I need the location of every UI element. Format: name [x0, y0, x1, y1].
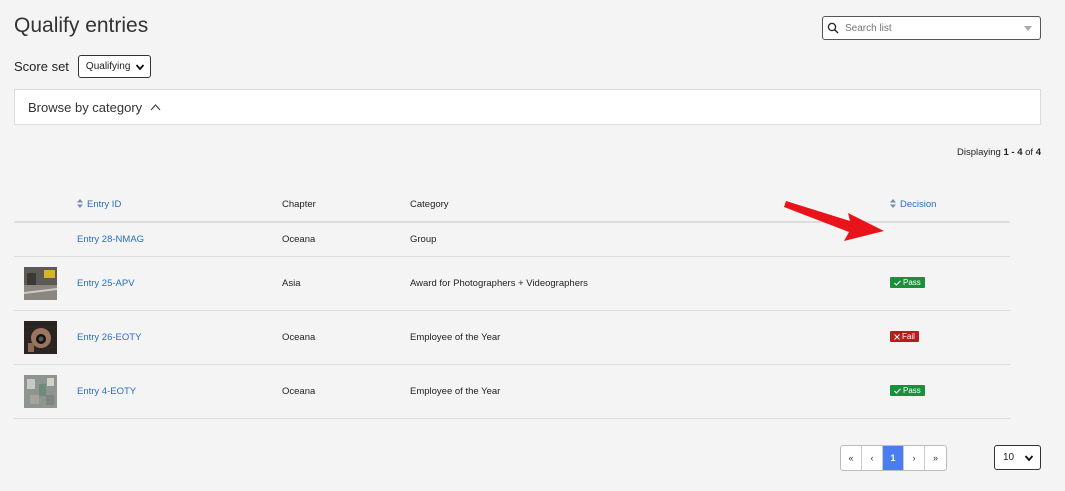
chevron-down-icon: [135, 64, 145, 71]
decision-cell: Pass: [890, 364, 1010, 419]
entry-link[interactable]: Entry 28-NMAG: [77, 234, 144, 245]
decision-column-header[interactable]: Decision: [890, 187, 1010, 223]
close-icon: [894, 333, 900, 340]
first-page-button[interactable]: «: [841, 446, 862, 470]
entry-id-header-label: Entry ID: [87, 198, 122, 210]
pagination: « ‹ 1 › »: [840, 445, 947, 471]
previous-page-button[interactable]: ‹: [862, 446, 883, 470]
fail-badge: Fail: [890, 331, 919, 343]
displaying-count: Displaying 1 - 4 of 4: [957, 147, 1041, 158]
category-cell: Award for Photographers + Videographers: [410, 256, 890, 311]
check-icon: [894, 388, 901, 394]
search-box[interactable]: [822, 16, 1041, 40]
thumbnail-column-header: [14, 187, 77, 223]
displaying-total: 4: [1035, 147, 1041, 158]
pass-badge: Pass: [890, 277, 925, 289]
entry-id-column-header[interactable]: Entry ID: [77, 187, 282, 223]
category-cell: Employee of the Year: [410, 310, 890, 365]
table-row[interactable]: Entry 26-EOTY Oceana Employee of the Yea…: [14, 310, 1010, 365]
decision-header-label: Decision: [900, 198, 937, 210]
chapter-cell: Oceana: [282, 364, 410, 419]
table-row[interactable]: Entry 4-EOTY Oceana Employee of the Year…: [14, 364, 1010, 419]
browse-by-category-label: Browse by category: [28, 99, 143, 115]
per-page-select[interactable]: 10: [994, 445, 1041, 470]
entry-link[interactable]: Entry 25-APV: [77, 278, 135, 289]
chapter-cell: Asia: [282, 256, 410, 311]
score-set-row: Score set Qualifying: [14, 55, 151, 78]
decision-label: Pass: [903, 386, 921, 396]
search-dropdown-caret-icon[interactable]: [1024, 26, 1032, 31]
browse-by-category-toggle[interactable]: Browse by category: [14, 89, 1041, 125]
entry-thumbnail[interactable]: [24, 320, 57, 354]
sort-icon: [890, 199, 896, 209]
entry-thumbnail[interactable]: [24, 374, 57, 408]
last-page-button[interactable]: »: [925, 446, 946, 470]
category-header-label: Category: [410, 198, 449, 210]
thumbnail-cell: [14, 222, 77, 257]
entry-link[interactable]: Entry 26-EOTY: [77, 332, 141, 343]
table-row[interactable]: Entry 25-APV Asia Award for Photographer…: [14, 256, 1010, 311]
search-input[interactable]: [845, 22, 1015, 34]
entry-thumbnail[interactable]: [24, 266, 57, 300]
per-page-value: 10: [1003, 452, 1015, 463]
chapter-cell: Oceana: [282, 310, 410, 365]
decision-label: Fail: [902, 332, 915, 342]
next-page-button[interactable]: ›: [904, 446, 925, 470]
chevron-down-icon: [1024, 455, 1034, 462]
chapter-header-label: Chapter: [282, 198, 316, 210]
category-cell: Employee of the Year: [410, 364, 890, 419]
page-title: Qualify entries: [14, 14, 149, 37]
search-icon: [827, 22, 839, 34]
displaying-range: 1 - 4: [1003, 147, 1023, 158]
annotation-arrow-icon: [784, 201, 884, 241]
decision-cell: Fail: [890, 310, 1010, 365]
decision-label: Pass: [903, 278, 921, 288]
chapter-cell: Oceana: [282, 222, 410, 257]
check-icon: [894, 280, 901, 286]
displaying-prefix: Displaying: [957, 147, 1004, 158]
page-button-current[interactable]: 1: [883, 446, 904, 470]
entry-link[interactable]: Entry 4-EOTY: [77, 386, 136, 397]
score-set-selected-value: Qualifying: [85, 61, 131, 72]
decision-cell: [890, 222, 1010, 257]
displaying-of: of: [1022, 147, 1036, 158]
score-set-select[interactable]: Qualifying: [77, 55, 151, 78]
sort-icon: [77, 199, 83, 209]
score-set-label: Score set: [14, 59, 69, 74]
pass-badge: Pass: [890, 385, 925, 397]
chapter-column-header: Chapter: [282, 187, 410, 223]
chevron-up-icon: [150, 104, 161, 111]
decision-cell: Pass: [890, 256, 1010, 311]
